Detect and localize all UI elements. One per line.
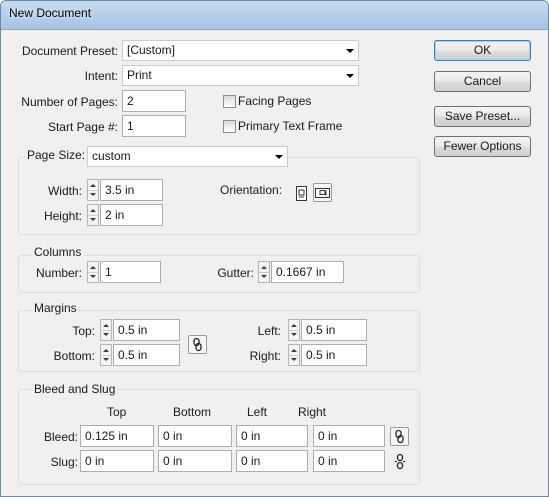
slug-bottom-input[interactable]: 0 in xyxy=(158,450,232,472)
margins-title: Margins xyxy=(32,301,79,315)
margin-right-input[interactable]: 0.5 in xyxy=(301,344,367,366)
title-bar[interactable]: New Document xyxy=(1,1,548,30)
broken-chain-link-icon xyxy=(395,453,405,470)
gutter-label: Gutter: xyxy=(217,266,254,280)
new-document-dialog: New Document Document Preset: [Custom] I… xyxy=(0,0,549,497)
increment-icon xyxy=(103,324,109,327)
increment-icon xyxy=(90,266,96,269)
bleed-link-button[interactable] xyxy=(390,427,409,446)
margin-bottom-stepper[interactable] xyxy=(100,344,112,366)
page-size-label: Page Size: xyxy=(25,148,88,162)
slug-right-input[interactable]: 0 in xyxy=(313,450,385,472)
margin-left-input[interactable]: 0.5 in xyxy=(301,319,367,341)
margin-top-label: Top: xyxy=(72,324,95,338)
decrement-icon xyxy=(291,333,297,336)
bleed-left-input[interactable]: 0 in xyxy=(236,425,308,447)
document-preset-label: Document Preset: xyxy=(21,44,118,58)
decrement-icon xyxy=(90,193,96,196)
increment-icon xyxy=(103,349,109,352)
bleed-slug-title: Bleed and Slug xyxy=(32,382,118,396)
margin-right-stepper[interactable] xyxy=(288,344,300,366)
increment-icon xyxy=(291,349,297,352)
bleed-column-bottom: Bottom xyxy=(173,405,212,419)
bleed-column-top: Top xyxy=(107,405,127,419)
margin-top-stepper[interactable] xyxy=(100,319,112,341)
increment-icon xyxy=(261,266,267,269)
portrait-orientation-button[interactable] xyxy=(293,184,310,203)
bleed-column-right: Right xyxy=(298,405,327,419)
height-stepper[interactable] xyxy=(87,204,99,226)
decrement-icon xyxy=(261,275,267,278)
decrement-icon xyxy=(103,333,109,336)
slug-left-input[interactable]: 0 in xyxy=(236,450,308,472)
chevron-down-icon xyxy=(346,49,354,53)
portrait-icon xyxy=(296,186,307,201)
height-input[interactable]: 2 in xyxy=(100,204,163,226)
gutter-input[interactable]: 0.1667 in xyxy=(271,261,344,283)
decrement-icon xyxy=(103,358,109,361)
columns-number-label: Number: xyxy=(35,266,82,280)
decrement-icon xyxy=(291,358,297,361)
cancel-button[interactable]: Cancel xyxy=(434,71,531,92)
margin-right-label: Right: xyxy=(249,349,281,363)
number-of-pages-label: Number of Pages: xyxy=(21,95,118,109)
ok-button[interactable]: OK xyxy=(434,40,531,61)
start-page-label: Start Page #: xyxy=(47,120,118,134)
margin-top-input[interactable]: 0.5 in xyxy=(113,319,180,341)
chevron-down-icon xyxy=(346,74,354,78)
start-page-input[interactable]: 1 xyxy=(122,115,186,137)
intent-select[interactable]: Print xyxy=(122,65,359,86)
columns-number-stepper[interactable] xyxy=(87,261,99,283)
landscape-orientation-button[interactable] xyxy=(313,183,332,202)
orientation-label: Orientation: xyxy=(220,183,283,197)
slug-top-input[interactable]: 0 in xyxy=(80,450,154,472)
fewer-options-button[interactable]: Fewer Options xyxy=(434,136,531,157)
chain-link-icon xyxy=(395,429,404,444)
increment-icon xyxy=(90,209,96,212)
width-stepper[interactable] xyxy=(87,179,99,201)
decrement-icon xyxy=(90,218,96,221)
facing-pages-checkbox[interactable] xyxy=(223,95,236,108)
columns-title: Columns xyxy=(32,245,84,259)
columns-number-input[interactable]: 1 xyxy=(100,261,161,283)
bleed-top-input[interactable]: 0.125 in xyxy=(80,425,154,447)
page-size-value: custom xyxy=(92,149,131,163)
chain-link-icon xyxy=(193,337,202,352)
document-preset-select[interactable]: [Custom] xyxy=(122,40,359,61)
document-preset-value: [Custom] xyxy=(127,43,176,57)
intent-value: Print xyxy=(127,68,152,82)
margin-bottom-input[interactable]: 0.5 in xyxy=(113,344,180,366)
margin-left-stepper[interactable] xyxy=(288,319,300,341)
margin-left-label: Left: xyxy=(257,324,281,338)
save-preset-button[interactable]: Save Preset... xyxy=(434,106,531,127)
chevron-down-icon xyxy=(275,155,283,159)
gutter-stepper[interactable] xyxy=(258,261,270,283)
intent-label: Intent: xyxy=(84,69,118,83)
bleed-column-left: Left xyxy=(247,405,268,419)
page-size-select[interactable]: custom xyxy=(87,146,288,167)
dialog-body: Document Preset: [Custom] Intent: Print … xyxy=(8,31,541,491)
slug-label: Slug: xyxy=(50,455,78,469)
primary-text-frame-checkbox[interactable] xyxy=(223,120,236,133)
slug-link-button[interactable] xyxy=(392,453,409,470)
height-label: Height: xyxy=(43,209,82,223)
landscape-icon xyxy=(315,188,330,198)
width-input[interactable]: 3.5 in xyxy=(100,179,163,201)
increment-icon xyxy=(90,184,96,187)
bleed-bottom-input[interactable]: 0 in xyxy=(158,425,232,447)
bleed-label: Bleed: xyxy=(43,430,78,444)
decrement-icon xyxy=(90,275,96,278)
bleed-right-input[interactable]: 0 in xyxy=(313,425,385,447)
window-title: New Document xyxy=(9,6,92,20)
primary-text-frame-label[interactable]: Primary Text Frame xyxy=(238,118,342,134)
number-of-pages-input[interactable]: 2 xyxy=(122,90,186,112)
width-label: Width: xyxy=(47,184,82,198)
margins-link-button[interactable] xyxy=(188,335,207,354)
margin-bottom-label: Bottom: xyxy=(53,349,95,363)
facing-pages-label[interactable]: Facing Pages xyxy=(238,93,311,109)
increment-icon xyxy=(291,324,297,327)
